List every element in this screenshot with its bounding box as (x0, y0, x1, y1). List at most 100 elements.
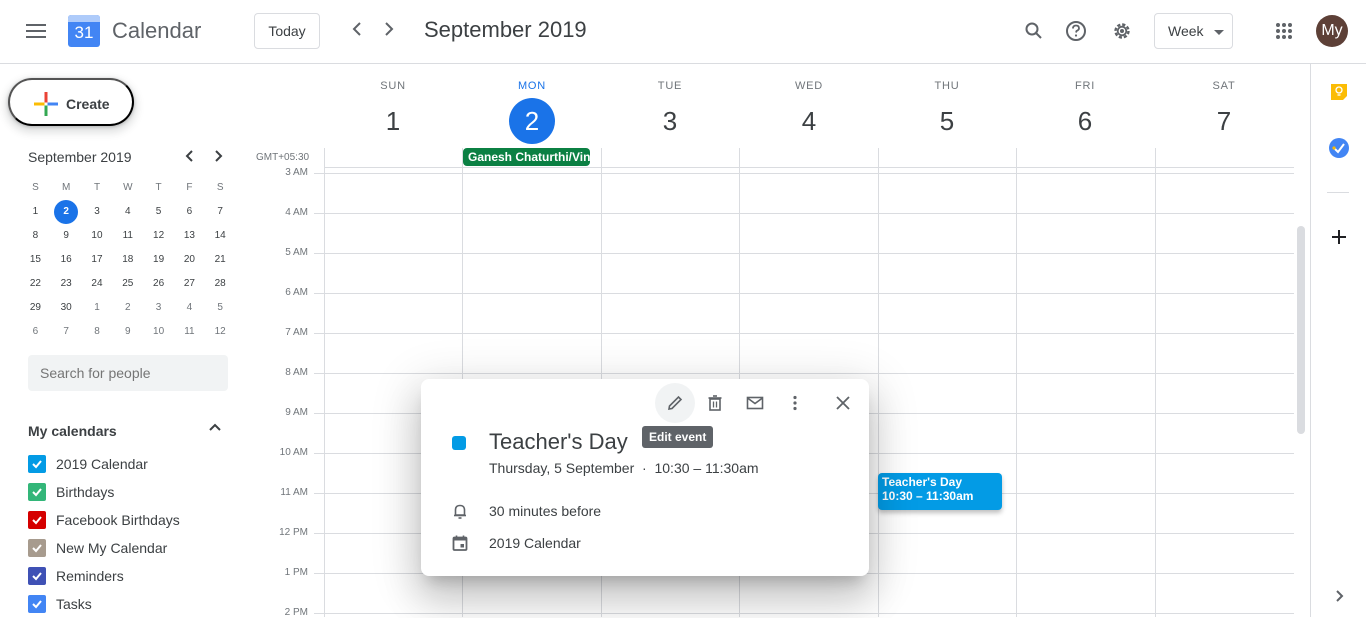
mini-calendar-day[interactable]: 25 (112, 272, 143, 296)
mini-calendar-day[interactable]: 5 (143, 200, 174, 224)
mini-calendar-day[interactable]: 4 (112, 200, 143, 224)
edit-event-button[interactable] (655, 383, 695, 423)
tasks-button[interactable] (1329, 138, 1349, 158)
day-header-sun[interactable]: SUN 1 (324, 80, 462, 144)
mini-calendar-day[interactable]: 1 (20, 200, 51, 224)
email-guests-button[interactable] (735, 383, 775, 423)
view-select[interactable]: Week (1154, 13, 1233, 49)
mini-calendar-day[interactable]: 18 (112, 248, 143, 272)
day-name: THU (934, 80, 960, 92)
mini-calendar-day[interactable]: 20 (174, 248, 205, 272)
mini-calendar-day[interactable]: 22 (20, 272, 51, 296)
day-number[interactable]: 3 (647, 98, 693, 144)
calendar-item[interactable]: Tasks (28, 590, 92, 618)
day-number[interactable]: 4 (786, 98, 832, 144)
mini-calendar-day-number: 21 (214, 254, 226, 265)
keep-button[interactable] (1329, 82, 1349, 102)
mini-calendar-day[interactable]: 3 (143, 296, 174, 320)
mini-calendar-day[interactable]: 8 (20, 224, 51, 248)
event-block-teachers-day[interactable]: Teacher's Day 10:30 – 11:30am (878, 473, 1002, 510)
mini-calendar-day[interactable]: 6 (20, 320, 51, 344)
mini-calendar-day[interactable]: 11 (112, 224, 143, 248)
day-header-sat[interactable]: SAT 7 (1155, 80, 1293, 144)
calendar-checkbox[interactable] (28, 539, 46, 557)
mini-calendar-day[interactable]: 12 (205, 320, 236, 344)
day-number[interactable]: 2 (509, 98, 555, 144)
next-week-button[interactable] (382, 18, 396, 46)
mini-calendar-day[interactable]: 1 (82, 296, 113, 320)
mini-calendar-day-number: 18 (122, 254, 134, 265)
my-calendars-collapse-button[interactable] (208, 420, 222, 437)
help-button[interactable] (1056, 11, 1096, 51)
mini-calendar-day[interactable]: 28 (205, 272, 236, 296)
mini-calendar-day[interactable]: 12 (143, 224, 174, 248)
all-day-event-chip[interactable]: Ganesh Chaturthi/Vin (463, 148, 590, 166)
calendar-item[interactable]: Birthdays (28, 478, 114, 506)
today-button[interactable]: Today (254, 13, 320, 49)
main-menu-icon[interactable] (26, 24, 46, 38)
calendar-item[interactable]: 2019 Calendar (28, 450, 148, 478)
mini-calendar-day[interactable]: 5 (205, 296, 236, 320)
day-header-thu[interactable]: THU 5 (878, 80, 1016, 144)
mini-calendar-day[interactable]: 11 (174, 320, 205, 344)
mini-calendar-day[interactable]: 26 (143, 272, 174, 296)
calendar-checkbox[interactable] (28, 595, 46, 613)
day-header-fri[interactable]: FRI 6 (1016, 80, 1154, 144)
mini-calendar-day[interactable]: 16 (51, 248, 82, 272)
mini-calendar-next-button[interactable] (212, 146, 226, 171)
mini-calendar-day[interactable]: 7 (51, 320, 82, 344)
mini-calendar-day[interactable]: 2 (112, 296, 143, 320)
settings-button[interactable] (1102, 11, 1142, 51)
mini-calendar-day[interactable]: 23 (51, 272, 82, 296)
mini-calendar-day[interactable]: 29 (20, 296, 51, 320)
calendar-checkbox[interactable] (28, 483, 46, 501)
previous-week-button[interactable] (350, 18, 364, 46)
mini-calendar-day[interactable]: 9 (112, 320, 143, 344)
search-button[interactable] (1014, 11, 1054, 51)
mini-calendar-day[interactable]: 27 (174, 272, 205, 296)
mini-calendar-prev-button[interactable] (182, 146, 196, 171)
calendar-item[interactable]: Reminders (28, 562, 124, 590)
day-number[interactable]: 6 (1062, 98, 1108, 144)
get-addons-button[interactable] (1329, 227, 1349, 247)
mini-calendar-day[interactable]: 19 (143, 248, 174, 272)
day-number[interactable]: 1 (370, 98, 416, 144)
day-header-wed[interactable]: WED 4 (740, 80, 878, 144)
mini-calendar-day[interactable]: 15 (20, 248, 51, 272)
mini-calendar-day-number: 12 (153, 230, 165, 241)
day-header-tue[interactable]: TUE 3 (601, 80, 739, 144)
calendar-checkbox[interactable] (28, 511, 46, 529)
calendar-item[interactable]: Facebook Birthdays (28, 506, 180, 534)
mini-calendar-day[interactable]: 17 (82, 248, 113, 272)
mini-calendar-day[interactable]: 4 (174, 296, 205, 320)
mini-calendar-day[interactable]: 9 (51, 224, 82, 248)
day-number[interactable]: 7 (1201, 98, 1247, 144)
day-header-mon[interactable]: MON 2 (463, 80, 601, 144)
mini-calendar-day[interactable]: 14 (205, 224, 236, 248)
day-number[interactable]: 5 (924, 98, 970, 144)
mini-calendar-day[interactable]: 7 (205, 200, 236, 224)
expand-side-panel-button[interactable] (1329, 586, 1349, 606)
calendar-checkbox[interactable] (28, 567, 46, 585)
mini-calendar-day[interactable]: 3 (82, 200, 113, 224)
grid-scrollbar[interactable] (1297, 226, 1305, 434)
search-people-input[interactable] (28, 355, 228, 391)
mini-calendar-day[interactable]: 21 (205, 248, 236, 272)
close-popup-button[interactable] (823, 383, 863, 423)
mini-calendar-day[interactable]: 8 (82, 320, 113, 344)
mini-calendar-day[interactable]: 13 (174, 224, 205, 248)
delete-event-button[interactable] (695, 383, 735, 423)
mini-calendar-day[interactable]: 10 (143, 320, 174, 344)
account-avatar[interactable]: My (1316, 15, 1348, 47)
mini-calendar-today[interactable]: 2 (51, 200, 82, 224)
calendar-checkbox[interactable] (28, 455, 46, 473)
calendar-item[interactable]: New My Calendar (28, 534, 167, 562)
mini-calendar-day[interactable]: 24 (82, 272, 113, 296)
mini-calendar-day[interactable]: 6 (174, 200, 205, 224)
create-button[interactable]: Create (8, 78, 134, 126)
more-options-button[interactable] (775, 383, 815, 423)
apps-button[interactable] (1264, 11, 1304, 51)
mini-calendar-day[interactable]: 10 (82, 224, 113, 248)
search-icon (1025, 22, 1042, 39)
mini-calendar-day[interactable]: 30 (51, 296, 82, 320)
